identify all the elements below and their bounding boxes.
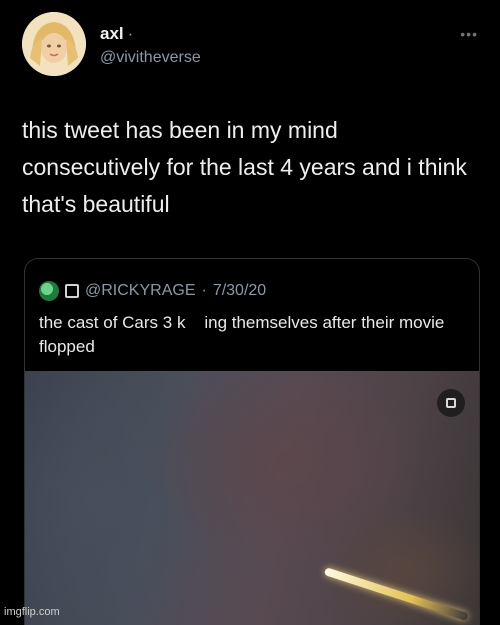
quoted-tweet[interactable]: @RICKYRAGE · 7/30/20 the cast of Cars 3 …	[24, 258, 480, 625]
quoted-tweet-text: the cast of Cars 3 k ing themselves afte…	[39, 313, 450, 356]
avatar-image	[22, 12, 86, 76]
media-grid-icon[interactable]	[437, 389, 465, 417]
square-icon	[65, 284, 79, 298]
display-name[interactable]: axl ·	[100, 24, 133, 44]
light-streak	[323, 567, 469, 622]
quoted-handle: @RICKYRAGE	[85, 282, 196, 299]
tweet-text: this tweet has been in my mind consecuti…	[22, 117, 467, 217]
quoted-tweet-header: @RICKYRAGE · 7/30/20	[39, 279, 266, 303]
quoted-avatar	[39, 281, 59, 301]
quoted-separator: ·	[201, 282, 207, 299]
quoted-media[interactable]	[25, 371, 479, 625]
tweet-card: axl · @vivitheverse ••• this tweet has be…	[0, 0, 500, 625]
more-dots-icon[interactable]: •••	[460, 26, 478, 42]
user-avatar[interactable]	[22, 12, 86, 76]
quoted-date: 7/30/20	[212, 282, 267, 299]
name-separator: ·	[127, 24, 134, 43]
imgflip-watermark: imgflip.com	[4, 606, 60, 618]
media-grid-icon-glyph	[446, 398, 456, 408]
display-name-text: axl	[100, 24, 124, 43]
user-handle[interactable]: @vivitheverse	[100, 49, 201, 67]
